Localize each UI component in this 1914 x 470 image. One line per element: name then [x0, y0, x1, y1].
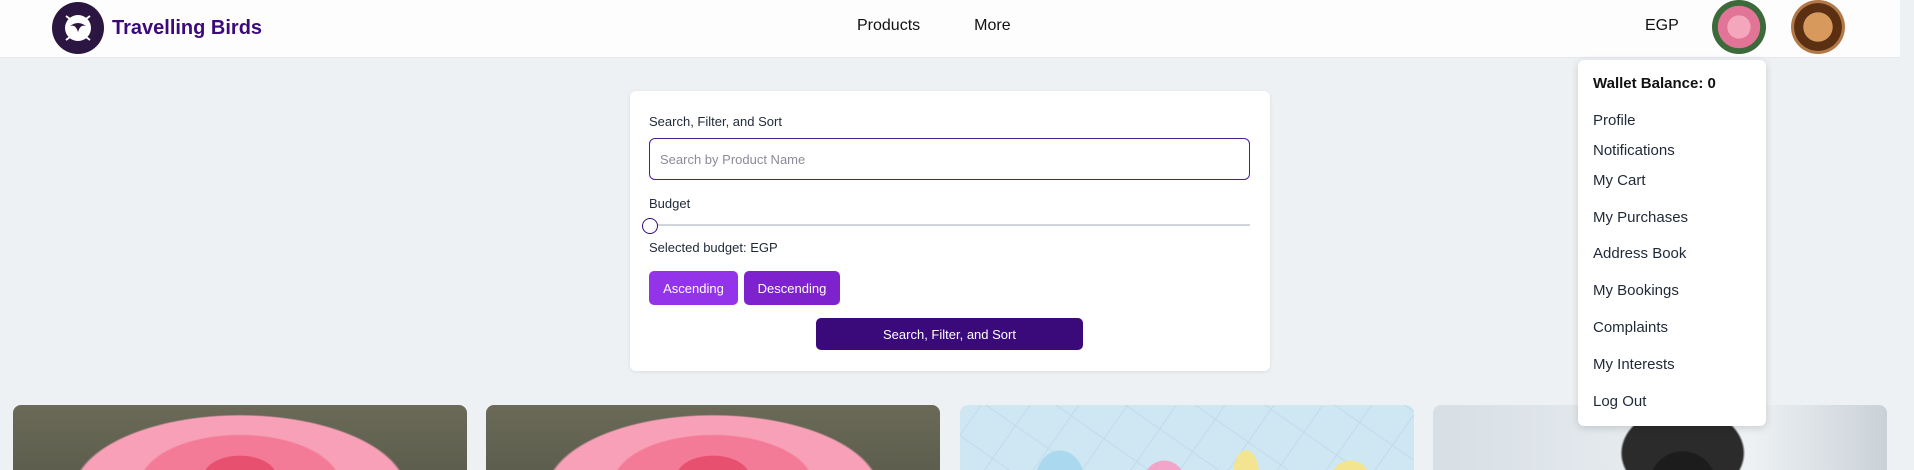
budget-slider-thumb[interactable] [642, 218, 658, 234]
menu-item-complaints[interactable]: Complaints [1593, 319, 1668, 336]
descending-button[interactable]: Descending [744, 271, 840, 305]
budget-slider-track[interactable] [649, 224, 1250, 226]
rose-avatar[interactable] [1712, 0, 1766, 54]
wallet-balance: Wallet Balance: 0 [1593, 75, 1716, 92]
ascending-button[interactable]: Ascending [649, 271, 738, 305]
main-nav: Products More [857, 17, 1011, 35]
product-card-image[interactable] [486, 405, 940, 470]
selected-budget-text: Selected budget: EGP [649, 240, 778, 255]
menu-item-my-bookings[interactable]: My Bookings [1593, 282, 1679, 299]
user-avatar[interactable] [1791, 0, 1845, 54]
product-card-image[interactable] [13, 405, 467, 470]
menu-item-my-purchases[interactable]: My Purchases [1593, 209, 1688, 226]
menu-item-address-book[interactable]: Address Book [1593, 245, 1686, 262]
search-filter-sort-button[interactable]: Search, Filter, and Sort [816, 318, 1083, 350]
top-navbar: Travelling Birds Products More EGP [0, 0, 1900, 58]
nav-products-link[interactable]: Products [857, 17, 920, 35]
menu-item-my-cart[interactable]: My Cart [1593, 172, 1646, 189]
product-search-input[interactable] [649, 138, 1250, 180]
search-filter-card: Search, Filter, and Sort Budget Selected… [630, 91, 1270, 371]
search-label: Search, Filter, and Sort [649, 114, 782, 129]
menu-item-notifications[interactable]: Notifications [1593, 142, 1675, 159]
brand-link[interactable]: Travelling Birds [52, 2, 262, 54]
menu-item-my-interests[interactable]: My Interests [1593, 356, 1675, 373]
nav-more-link[interactable]: More [974, 17, 1010, 35]
menu-item-profile[interactable]: Profile [1593, 112, 1636, 129]
budget-label: Budget [649, 196, 691, 211]
currency-selector[interactable]: EGP [1645, 17, 1679, 35]
menu-item-log-out[interactable]: Log Out [1593, 393, 1646, 410]
product-card-image[interactable] [960, 405, 1414, 470]
brand-name: Travelling Birds [112, 16, 263, 39]
bird-globe-logo-icon [52, 2, 104, 54]
profile-dropdown-menu: Wallet Balance: 0 Profile Notifications … [1578, 60, 1766, 426]
